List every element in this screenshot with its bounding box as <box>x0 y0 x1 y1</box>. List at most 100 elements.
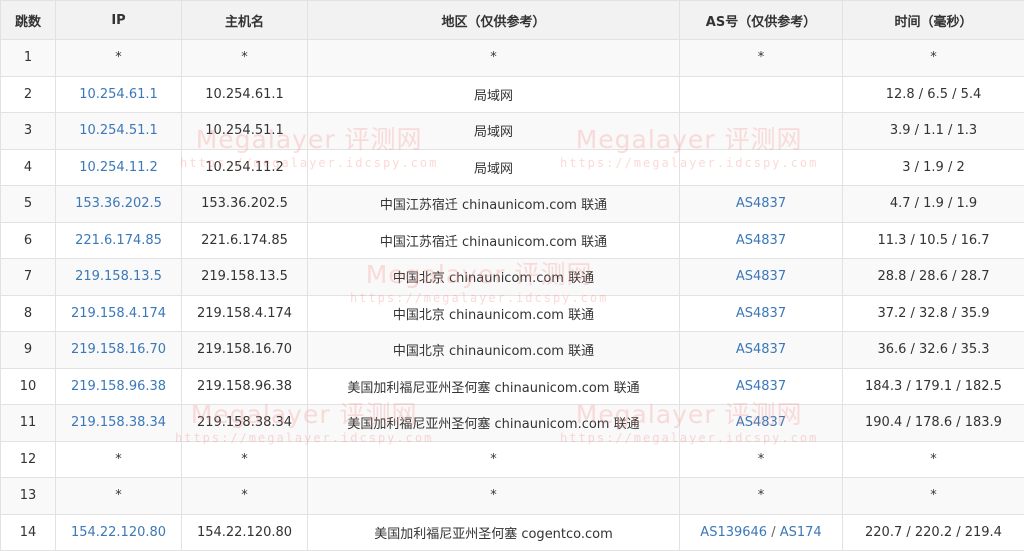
ip-cell-link[interactable]: 153.36.202.5 <box>75 196 162 211</box>
table-row: 5 153.36.202.5 153.36.202.5 中国江苏宿迁 chinauni… <box>0 185 1024 223</box>
table-row: 8 219.158.4.174 219.158.4.174 中国北京 chinauni… <box>0 294 1024 332</box>
ip-cell-link[interactable]: 219.158.16.70 <box>71 342 166 357</box>
table-row: 11 219.158.38.34 219.158.38.34 美国加利福尼亚州圣何塞 … <box>0 404 1024 442</box>
ip-cell-link[interactable]: 219.158.13.5 <box>75 269 162 284</box>
region-cell: * <box>307 39 680 77</box>
asn-value: * <box>757 50 765 66</box>
hop-cell: 5 <box>0 185 56 223</box>
ip-cell-link[interactable]: 10.254.11.2 <box>79 160 158 175</box>
time-cell: * <box>842 39 1024 77</box>
hostname-cell: 219.158.4.174 <box>181 294 308 332</box>
region-cell: 美国加利福尼亚州圣何塞 chinaunicom.com 联通 <box>307 404 680 442</box>
hostname-cell: 10.254.61.1 <box>181 75 308 113</box>
table-row: 14 154.22.120.80 154.22.120.80 美国加利福尼亚州圣何塞 … <box>0 513 1024 551</box>
asn-cell: * <box>679 39 843 77</box>
hop-cell: 6 <box>0 221 56 259</box>
traceroute-table: 跳数 IP 主机名 地区（仅供参考） AS号（仅供参考） 时间（毫秒） 1 * * *… <box>0 0 1024 551</box>
asn-cell <box>679 148 843 186</box>
asn-link[interactable]: AS4837 <box>736 306 786 321</box>
time-cell: 11.3 / 10.5 / 16.7 <box>842 221 1024 259</box>
table-row: 9 219.158.16.70 219.158.16.70 中国北京 chinauni… <box>0 331 1024 369</box>
header-time: 时间（毫秒） <box>842 0 1024 40</box>
time-cell: 12.8 / 6.5 / 5.4 <box>842 75 1024 113</box>
header-hop: 跳数 <box>0 0 56 40</box>
region-cell: 中国北京 chinaunicom.com 联通 <box>307 331 680 369</box>
asn-cell: * <box>679 440 843 478</box>
asn-cell: AS139646 / AS174 <box>679 513 843 551</box>
ip-cell-link[interactable]: 219.158.38.34 <box>71 415 166 430</box>
ip-cell-link[interactable]: 219.158.96.38 <box>71 379 166 394</box>
region-cell: 中国北京 chinaunicom.com 联通 <box>307 294 680 332</box>
hop-cell: 10 <box>0 367 56 405</box>
asn-link[interactable]: AS4837 <box>736 233 786 248</box>
time-cell: 37.2 / 32.8 / 35.9 <box>842 294 1024 332</box>
asn-cell: AS4837 <box>679 185 843 223</box>
hop-cell: 7 <box>0 258 56 296</box>
hostname-cell: 10.254.51.1 <box>181 112 308 150</box>
hostname-cell: 219.158.16.70 <box>181 331 308 369</box>
table-body: 1 * * * * * 2 10.254.61.1 10.254.61.1 局域网 12.8 / 6… <box>0 39 1024 551</box>
asn-cell: AS4837 <box>679 367 843 405</box>
region-cell: 美国加利福尼亚州圣何塞 chinaunicom.com 联通 <box>307 367 680 405</box>
table-row: 6 221.6.174.85 221.6.174.85 中国江苏宿迁 chinauni… <box>0 221 1024 259</box>
ip-cell: 153.36.202.5 <box>55 185 182 223</box>
time-cell: 3.9 / 1.1 / 1.3 <box>842 112 1024 150</box>
ip-cell-link[interactable]: 10.254.51.1 <box>79 123 158 138</box>
table-row: 4 10.254.11.2 10.254.11.2 局域网 3 / 1.9 / 2 <box>0 148 1024 186</box>
ip-cell-link[interactable]: 10.254.61.1 <box>79 87 158 102</box>
ip-cell: 10.254.61.1 <box>55 75 182 113</box>
hostname-cell: 219.158.13.5 <box>181 258 308 296</box>
region-cell: 中国江苏宿迁 chinaunicom.com 联通 <box>307 221 680 259</box>
hop-cell: 1 <box>0 39 56 77</box>
asn-link[interactable]: AS4837 <box>736 415 786 430</box>
time-cell: 28.8 / 28.6 / 28.7 <box>842 258 1024 296</box>
region-cell: 中国北京 chinaunicom.com 联通 <box>307 258 680 296</box>
region-cell: 中国江苏宿迁 chinaunicom.com 联通 <box>307 185 680 223</box>
asn-link[interactable]: AS4837 <box>736 342 786 357</box>
asn-link[interactable]: AS4837 <box>736 196 786 211</box>
time-cell: 36.6 / 32.6 / 35.3 <box>842 331 1024 369</box>
hop-cell: 14 <box>0 513 56 551</box>
region-cell: 美国加利福尼亚州圣何塞 cogentco.com <box>307 513 680 551</box>
asn-separator: / <box>767 524 780 540</box>
hop-cell: 3 <box>0 112 56 150</box>
ip-cell-link[interactable]: 219.158.4.174 <box>71 306 166 321</box>
hop-cell: 8 <box>0 294 56 332</box>
ip-cell: 219.158.96.38 <box>55 367 182 405</box>
time-cell: 4.7 / 1.9 / 1.9 <box>842 185 1024 223</box>
hostname-cell: 219.158.38.34 <box>181 404 308 442</box>
hostname-cell: 154.22.120.80 <box>181 513 308 551</box>
asn-value: * <box>757 451 765 467</box>
header-region: 地区（仅供参考） <box>307 0 680 40</box>
hostname-cell: 10.254.11.2 <box>181 148 308 186</box>
ip-cell: 219.158.4.174 <box>55 294 182 332</box>
asn-link[interactable]: AS174 <box>780 525 822 540</box>
hostname-cell: 221.6.174.85 <box>181 221 308 259</box>
asn-cell: AS4837 <box>679 331 843 369</box>
ip-cell: 10.254.51.1 <box>55 112 182 150</box>
ip-cell-link[interactable]: 154.22.120.80 <box>71 525 166 540</box>
asn-link[interactable]: AS4837 <box>736 379 786 394</box>
asn-cell <box>679 75 843 113</box>
region-cell: 局域网 <box>307 148 680 186</box>
ip-cell: 154.22.120.80 <box>55 513 182 551</box>
ip-cell-link[interactable]: 221.6.174.85 <box>75 233 162 248</box>
ip-cell: 219.158.38.34 <box>55 404 182 442</box>
table-row: 10 219.158.96.38 219.158.96.38 美国加利福尼亚州圣何塞 … <box>0 367 1024 405</box>
time-cell: 3 / 1.9 / 2 <box>842 148 1024 186</box>
table-row: 2 10.254.61.1 10.254.61.1 局域网 12.8 / 6.5 / 5… <box>0 75 1024 113</box>
hop-cell: 13 <box>0 477 56 515</box>
asn-link[interactable]: AS4837 <box>736 269 786 284</box>
region-cell: 局域网 <box>307 112 680 150</box>
table-header-row: 跳数 IP 主机名 地区（仅供参考） AS号（仅供参考） 时间（毫秒） <box>0 0 1024 40</box>
hop-cell: 12 <box>0 440 56 478</box>
hostname-cell: * <box>181 440 308 478</box>
hop-cell: 11 <box>0 404 56 442</box>
hop-cell: 4 <box>0 148 56 186</box>
asn-value: * <box>757 488 765 504</box>
table-row: 7 219.158.13.5 219.158.13.5 中国北京 chinaunico… <box>0 258 1024 296</box>
asn-link[interactable]: AS139646 <box>700 525 767 540</box>
hop-cell: 9 <box>0 331 56 369</box>
asn-cell <box>679 112 843 150</box>
ip-cell: 10.254.11.2 <box>55 148 182 186</box>
